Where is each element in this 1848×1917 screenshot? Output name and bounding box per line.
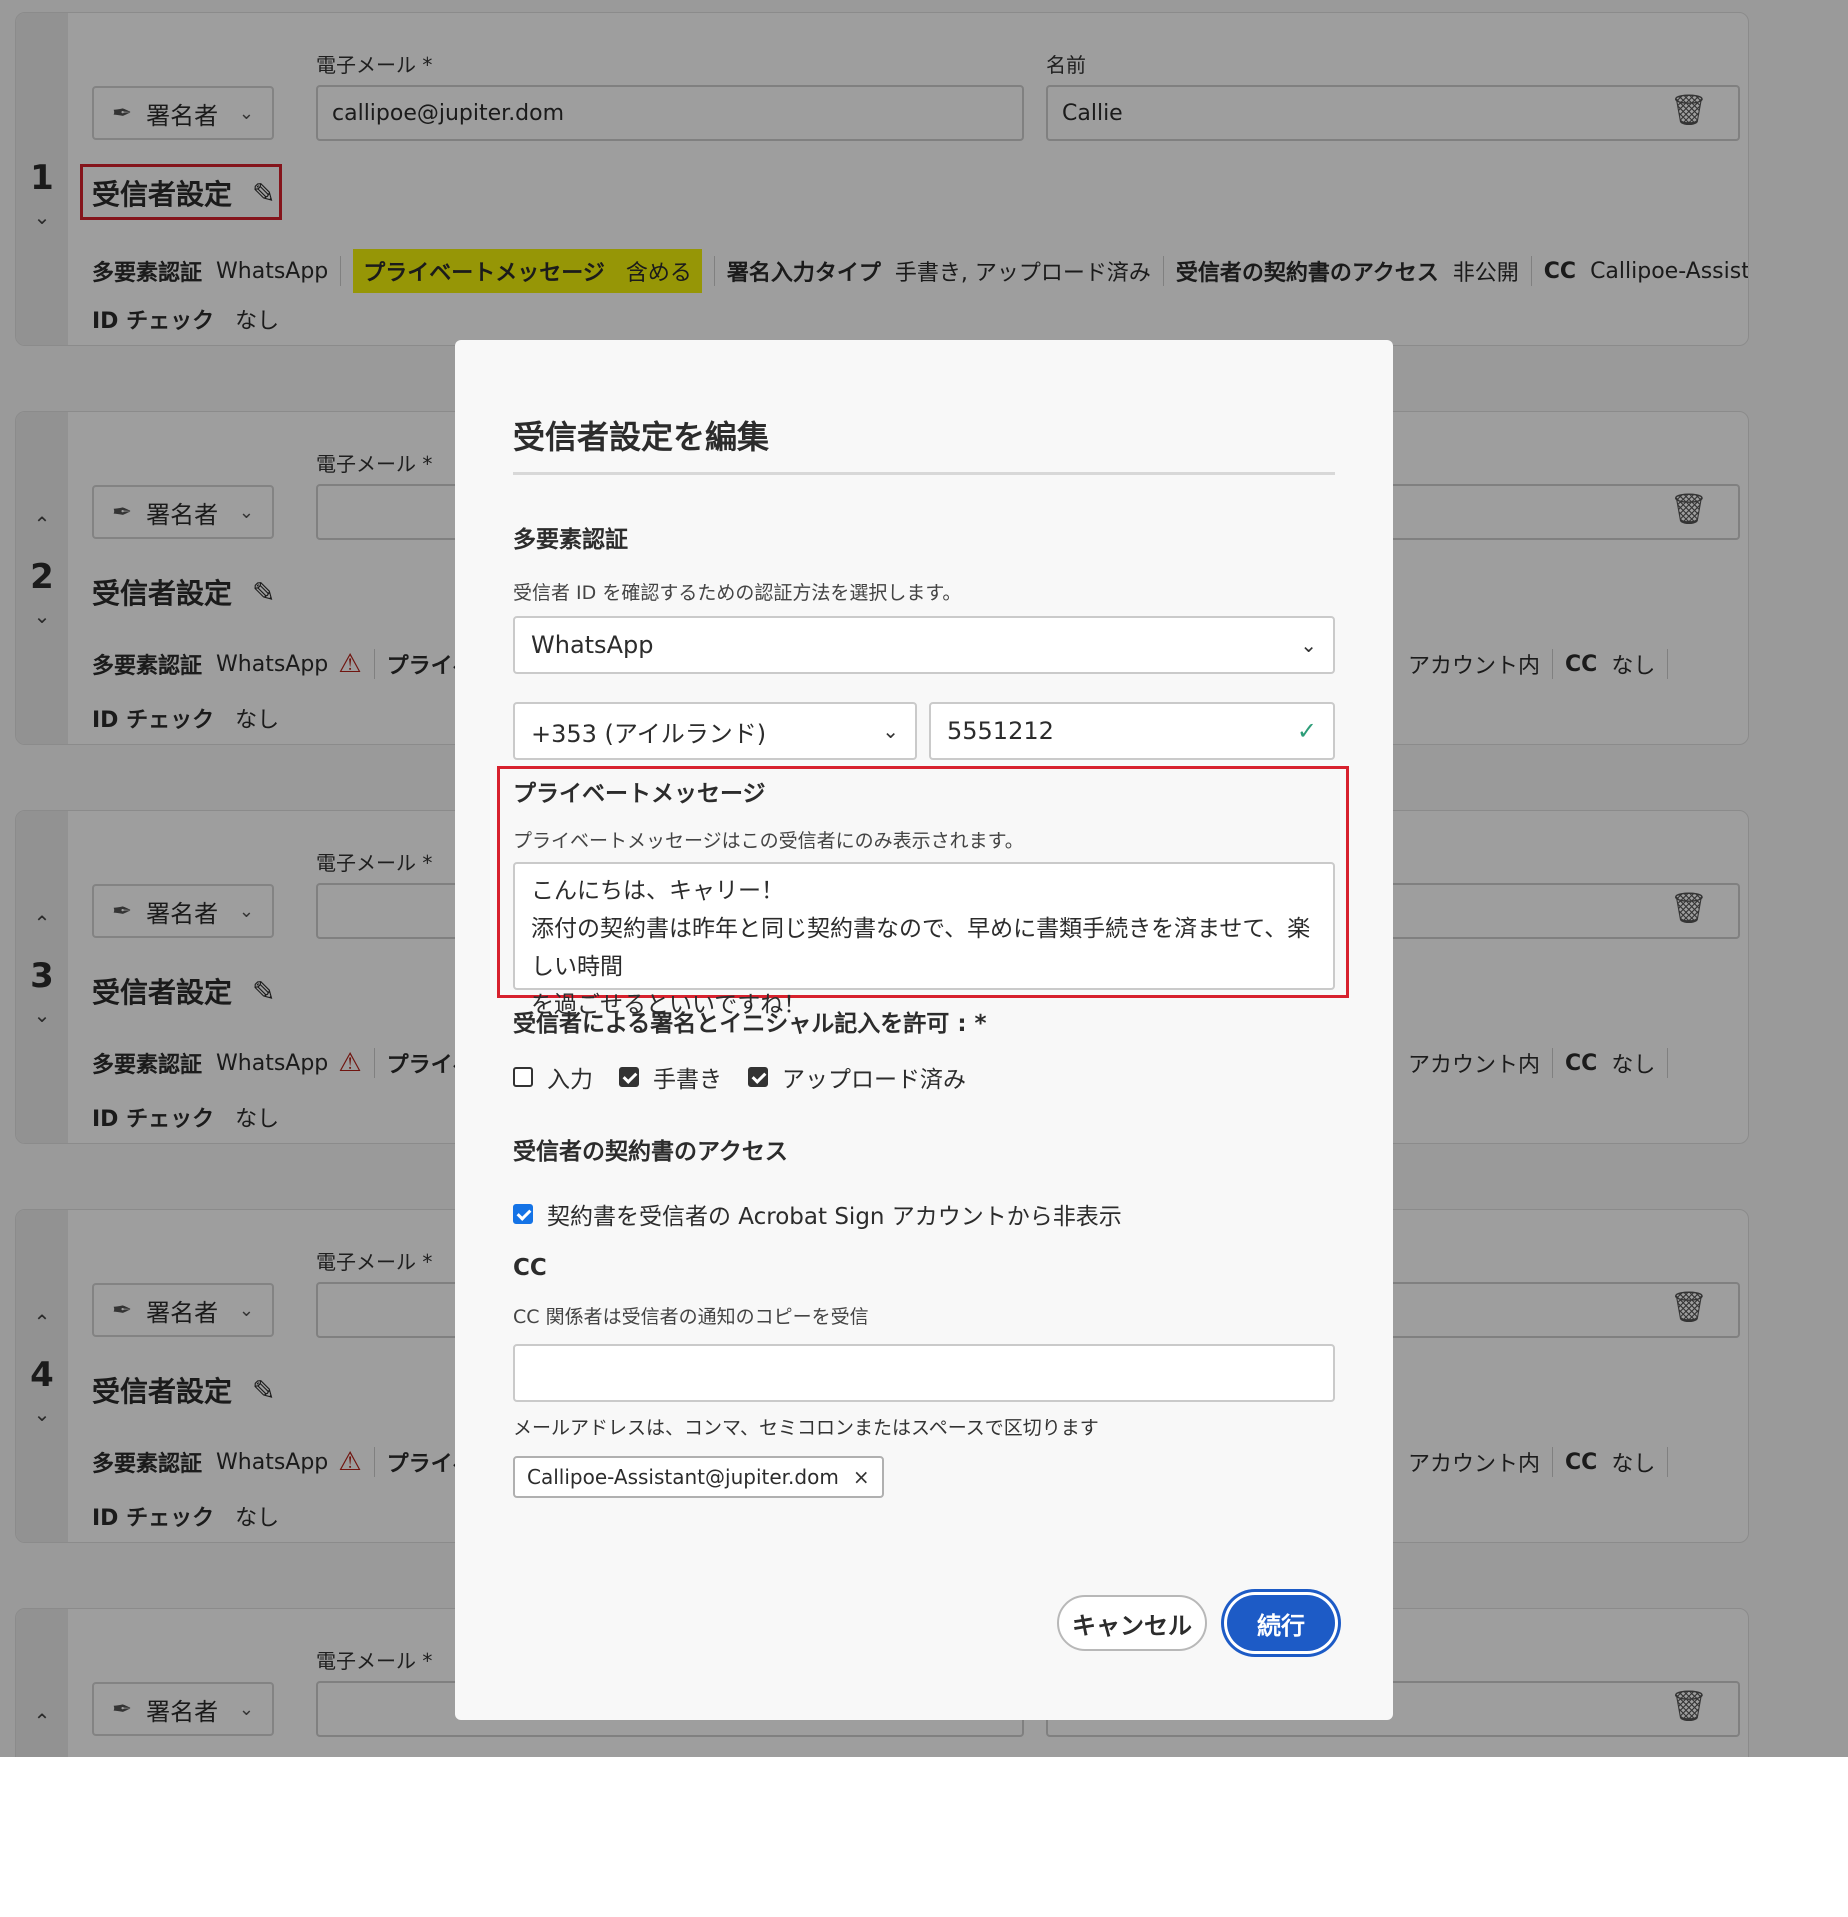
cc-email-input[interactable] xyxy=(513,1344,1335,1402)
close-icon[interactable]: × xyxy=(853,1465,870,1489)
private-message-heading: プライベートメッセージ xyxy=(513,781,766,807)
message-line: 添付の契約書は昨年と同じ契約書なので、早めに書類手続きを済ませて、楽しい時間 xyxy=(531,916,1311,980)
checkbox-uploaded-box[interactable] xyxy=(748,1067,768,1087)
checkmark-icon: ✓ xyxy=(1296,717,1317,745)
country-code-value: +353 (アイルランド) xyxy=(531,719,767,748)
hide-agreement-label: 契約書を受信者の Acrobat Sign アカウントから非表示 xyxy=(547,1204,1122,1230)
checkbox-handwrite-label: 手書き xyxy=(653,1067,722,1093)
chevron-down-icon: ⌄ xyxy=(1300,633,1317,657)
chevron-down-icon: ⌄ xyxy=(882,719,899,743)
cc-heading: CC xyxy=(513,1255,547,1281)
cancel-button[interactable]: キャンセル xyxy=(1057,1595,1207,1651)
message-line: こんにちは、キャリー！ xyxy=(531,878,784,904)
cc-description: CC 関係者は受信者の通知のコピーを受信 xyxy=(513,1306,869,1328)
dialog-title: 受信者設定を編集 xyxy=(513,418,770,456)
cc-email-tag: Callipoe-Assistant@jupiter.dom × xyxy=(513,1456,884,1498)
checkbox-uploaded[interactable]: アップロード済み xyxy=(748,1060,966,1094)
hide-agreement-option[interactable]: 契約書を受信者の Acrobat Sign アカウントから非表示 xyxy=(513,1197,1122,1231)
mfa-method-select[interactable]: WhatsApp ⌄ xyxy=(513,616,1335,674)
checkbox-uploaded-label: アップロード済み xyxy=(782,1067,966,1093)
cc-email-tag-label: Callipoe-Assistant@jupiter.dom xyxy=(527,1465,839,1489)
country-code-select[interactable]: +353 (アイルランド) ⌄ xyxy=(513,702,917,760)
checkbox-type-box[interactable] xyxy=(513,1067,533,1087)
mfa-description: 受信者 ID を確認するための認証方法を選択します。 xyxy=(513,582,962,604)
signature-type-options: 入力 手書き アップロード済み xyxy=(513,1060,992,1094)
agreement-access-heading: 受信者の契約書のアクセス xyxy=(513,1139,788,1165)
recipient-list: 1 ⌄ ✒ 署名者 ⌄ 電子メール * callipoe@jupiter.dom… xyxy=(0,0,1848,1757)
private-message-description: プライベートメッセージはこの受信者にのみ表示されます。 xyxy=(513,830,1024,852)
mfa-method-value: WhatsApp xyxy=(531,631,654,659)
allow-signing-heading: 受信者による署名とイニシャル記入を許可 : * xyxy=(513,1011,987,1037)
continue-button[interactable]: 続行 xyxy=(1227,1595,1335,1651)
checkbox-handwrite-box[interactable] xyxy=(619,1067,639,1087)
hide-agreement-checkbox[interactable] xyxy=(513,1204,533,1224)
checkbox-type[interactable]: 入力 xyxy=(513,1060,593,1094)
phone-number-value: 5551212 xyxy=(947,717,1054,745)
private-message-textarea[interactable]: こんにちは、キャリー！ 添付の契約書は昨年と同じ契約書なので、早めに書類手続きを… xyxy=(513,862,1335,1018)
cc-hint: メールアドレスは、コンマ、セミコロンまたはスペースで区切ります xyxy=(513,1417,1099,1439)
edit-recipient-settings-dialog: 受信者設定を編集 多要素認証 受信者 ID を確認するための認証方法を選択します… xyxy=(455,340,1393,1720)
mfa-heading: 多要素認証 xyxy=(513,527,628,553)
phone-number-field[interactable]: 5551212 ✓ xyxy=(929,702,1335,760)
checkbox-type-label: 入力 xyxy=(547,1067,593,1093)
checkbox-handwrite[interactable]: 手書き xyxy=(619,1060,722,1094)
title-divider xyxy=(513,472,1335,475)
